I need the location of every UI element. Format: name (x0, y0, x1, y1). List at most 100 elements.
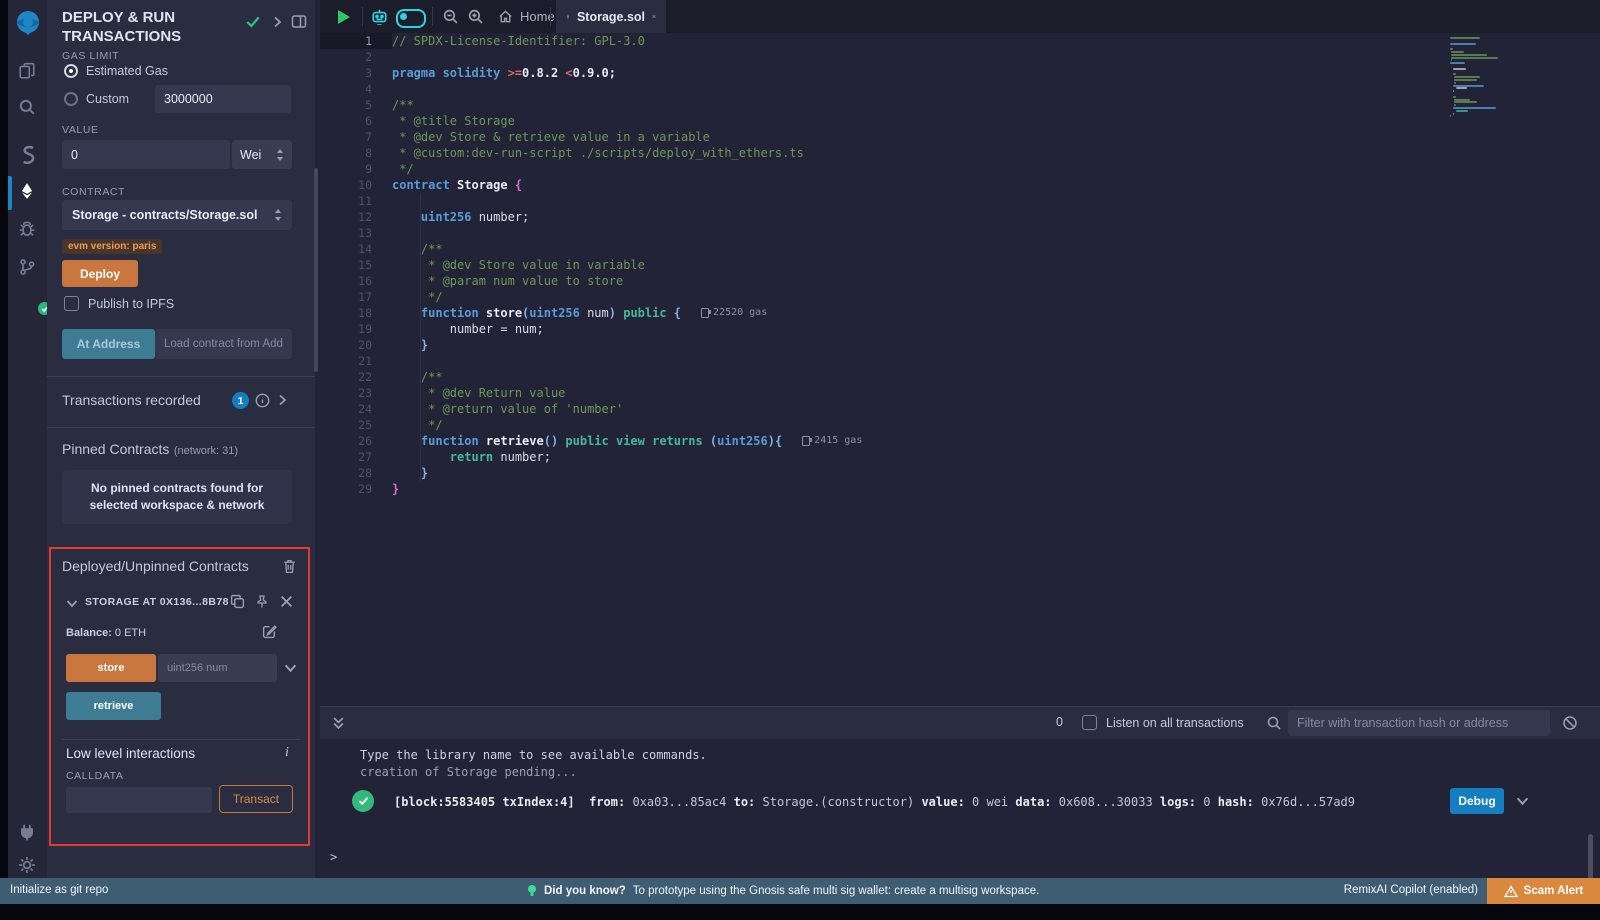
expand-log-icon[interactable] (1516, 794, 1529, 807)
code-line[interactable]: 8 * @custom:dev-run-script ./scripts/dep… (320, 145, 1600, 161)
code-editor[interactable]: 1// SPDX-License-Identifier: GPL-3.023pr… (320, 33, 1600, 706)
code-line[interactable]: 5/** (320, 97, 1600, 113)
search-icon[interactable] (18, 98, 36, 116)
collapse-terminal-icon[interactable] (332, 716, 345, 730)
custom-gas-input[interactable] (155, 85, 291, 113)
store-args-input[interactable] (158, 654, 277, 682)
low-level-info-icon[interactable]: i (285, 745, 289, 761)
trash-icon[interactable] (283, 559, 296, 574)
code-line[interactable]: 13 (320, 225, 1600, 241)
remove-contract-icon[interactable] (280, 595, 293, 608)
scam-alert-button[interactable]: Scam Alert (1487, 878, 1600, 904)
terminal-scrollbar[interactable] (1588, 834, 1593, 884)
terminal-search-icon[interactable] (1266, 715, 1282, 731)
store-expand-icon[interactable] (284, 661, 297, 674)
run-script-icon[interactable] (338, 10, 350, 24)
git-icon[interactable] (18, 258, 36, 276)
filter-transactions-input[interactable] (1288, 710, 1550, 736)
deploy-button[interactable]: Deploy (62, 260, 138, 287)
code-line[interactable]: 4 (320, 81, 1600, 97)
clear-console-icon[interactable] (1562, 715, 1578, 731)
zoom-out-icon[interactable] (442, 8, 459, 25)
solidity-file-icon (566, 10, 570, 24)
code-line[interactable]: 12 uint256 number; (320, 209, 1600, 225)
contract-collapse-icon[interactable] (66, 597, 78, 609)
code-lines: 1// SPDX-License-Identifier: GPL-3.023pr… (320, 33, 1600, 497)
plugin-manager-icon[interactable] (18, 823, 36, 841)
code-line[interactable]: 7 * @dev Store & retrieve value in a var… (320, 129, 1600, 145)
solidity-compiler-icon[interactable] (18, 145, 38, 165)
code-line[interactable]: 23 * @dev Return value (320, 385, 1600, 401)
ai-assistant-icon[interactable] (370, 8, 389, 25)
line-number: 5 (320, 97, 392, 113)
transact-button[interactable]: Transact (219, 785, 293, 813)
pin-contract-icon[interactable] (255, 594, 269, 609)
code-line[interactable]: 27 return number; (320, 449, 1600, 465)
home-tab[interactable]: Home (498, 0, 555, 33)
at-address-button[interactable]: At Address (62, 329, 155, 359)
tab-storage-sol[interactable]: Storage.sol (556, 0, 666, 33)
code-line[interactable]: 20 } (320, 337, 1600, 353)
remix-logo-icon[interactable] (14, 9, 42, 37)
code-line[interactable]: 24 * @return value of 'number' (320, 401, 1600, 417)
value-unit-select[interactable]: Wei (232, 140, 292, 169)
terminal-log-text[interactable]: [block:5583405 txIndex:4] from: 0xa03...… (394, 795, 1355, 809)
edit-balance-icon[interactable] (262, 624, 277, 639)
pinned-network: (network: 31) (174, 445, 238, 457)
code-line[interactable]: 21 (320, 353, 1600, 369)
publish-ipfs-checkbox[interactable] (64, 296, 79, 311)
debug-button[interactable]: Debug (1450, 788, 1504, 814)
deployed-contract-header[interactable]: STORAGE AT 0X136...8B78 (85, 596, 229, 608)
deploy-run-icon[interactable] (18, 182, 36, 200)
pinned-empty-box: No pinned contracts found forselected wo… (62, 470, 292, 524)
code-line[interactable]: 6 * @title Storage (320, 113, 1600, 129)
code-line[interactable]: 28 } (320, 465, 1600, 481)
code-line[interactable]: 2 (320, 49, 1600, 65)
listen-all-checkbox[interactable] (1082, 715, 1097, 730)
transactions-info-icon[interactable] (255, 393, 270, 408)
minimap[interactable] (1448, 33, 1512, 123)
code-line[interactable]: 22 /** (320, 369, 1600, 385)
custom-gas-label: Custom (86, 92, 129, 106)
code-line[interactable]: 15 * @dev Store value in variable (320, 257, 1600, 273)
code-line[interactable]: 9 */ (320, 161, 1600, 177)
terminal-body[interactable]: Type the library name to see available c… (320, 738, 1600, 878)
code-line[interactable]: 26 function retrieve() public view retur… (320, 433, 1600, 449)
pin-panel-icon[interactable] (291, 14, 307, 29)
code-line[interactable]: 16 * @param num value to store (320, 273, 1600, 289)
git-init-status[interactable]: Initialize as git repo (10, 884, 108, 896)
copilot-toggle[interactable] (396, 9, 426, 28)
calldata-label: CALLDATA (66, 770, 124, 782)
retrieve-function-button[interactable]: retrieve (66, 692, 161, 720)
code-line[interactable]: 11 (320, 193, 1600, 209)
custom-gas-radio[interactable] (64, 92, 78, 106)
debugger-icon[interactable] (18, 220, 36, 238)
code-line[interactable]: 10contract Storage { (320, 177, 1600, 193)
close-tab-icon[interactable] (652, 11, 656, 22)
code-line[interactable]: 29} (320, 481, 1600, 497)
settings-gear-icon[interactable] (18, 856, 36, 874)
copilot-status[interactable]: RemixAI Copilot (enabled) (1344, 884, 1478, 896)
code-line[interactable]: 3pragma solidity >=0.8.2 <0.9.0; (320, 65, 1600, 81)
panel-scrollbar[interactable] (314, 168, 318, 372)
estimated-gas-radio[interactable] (64, 64, 78, 78)
code-line[interactable]: 17 */ (320, 289, 1600, 305)
calldata-input[interactable] (66, 787, 212, 813)
terminal-prompt[interactable]: > (330, 850, 337, 864)
copy-address-icon[interactable] (230, 594, 245, 609)
transactions-expand-icon[interactable] (276, 394, 288, 406)
store-function-button[interactable]: store (66, 654, 156, 682)
value-input[interactable] (62, 140, 230, 169)
panel-chevron-right-icon[interactable] (271, 16, 283, 28)
zoom-in-icon[interactable] (467, 8, 484, 25)
code-line[interactable]: 1// SPDX-License-Identifier: GPL-3.0 (320, 33, 1600, 49)
file-explorer-icon[interactable] (18, 62, 36, 80)
code-line[interactable]: 19 number = num; (320, 321, 1600, 337)
line-number: 16 (320, 273, 392, 289)
at-address-input[interactable] (155, 329, 292, 359)
code-line[interactable]: 25 */ (320, 417, 1600, 433)
contract-select[interactable]: Storage - contracts/Storage.sol (62, 200, 292, 230)
code-line[interactable]: 14 /** (320, 241, 1600, 257)
code-line[interactable]: 18 function store(uint256 num) public {2… (320, 305, 1600, 321)
balance-value: 0 ETH (115, 627, 146, 639)
